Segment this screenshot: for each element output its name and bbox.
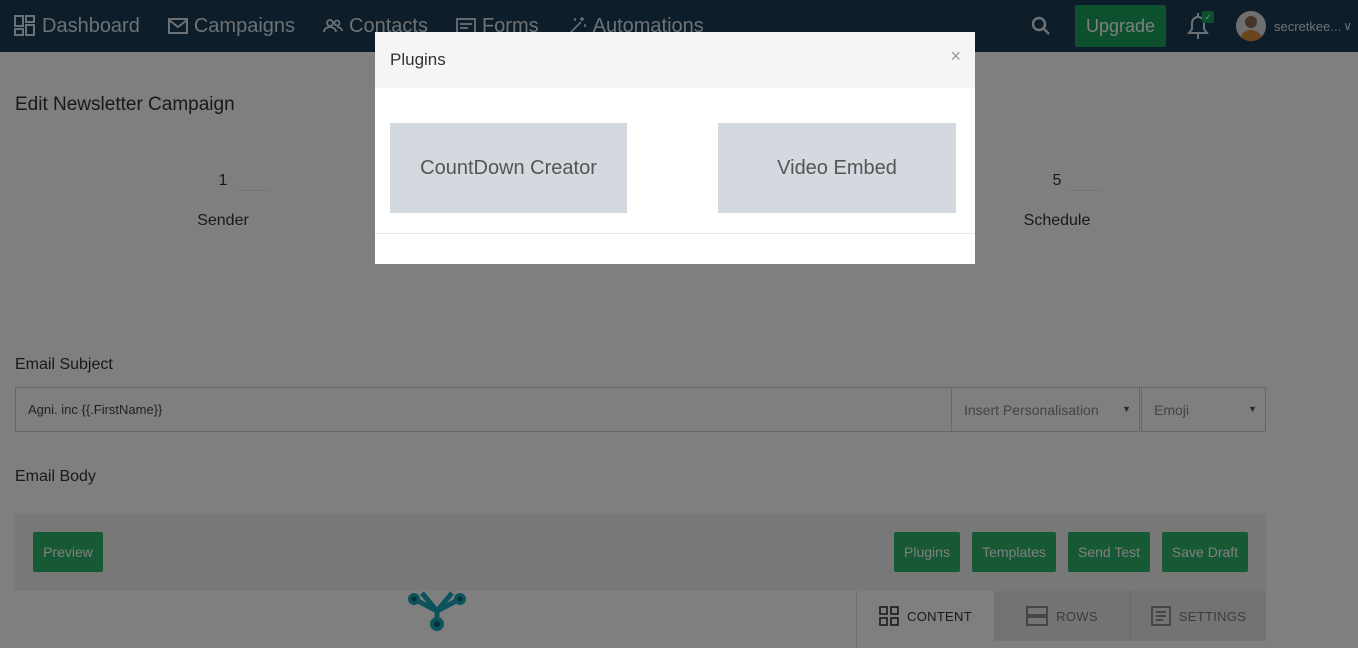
plugin-video-embed[interactable]: Video Embed	[718, 123, 956, 213]
modal-header: Plugins ×	[375, 32, 975, 88]
close-icon[interactable]: ×	[950, 46, 961, 67]
modal-footer-divider	[375, 233, 975, 234]
modal-title: Plugins	[390, 50, 446, 69]
plugins-modal: Plugins × CountDown Creator Video Embed	[375, 32, 975, 264]
plugin-countdown-creator[interactable]: CountDown Creator	[390, 123, 627, 213]
